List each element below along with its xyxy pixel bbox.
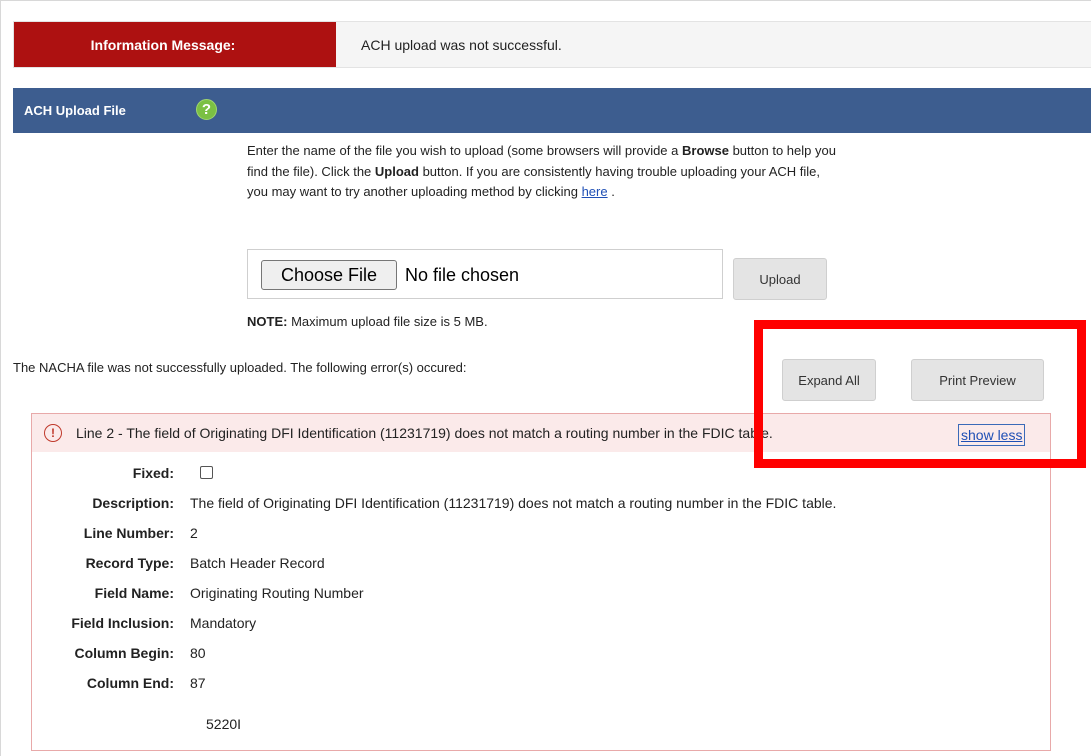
upload-button[interactable]: Upload [733, 258, 827, 300]
upload-instructions: Enter the name of the file you wish to u… [247, 141, 837, 203]
detail-row-record-type: Record Type: Batch Header Record [32, 555, 1032, 577]
detail-value: Originating Routing Number [190, 585, 364, 601]
instructions-upload-bold: Upload [374, 163, 419, 179]
information-message-label: Information Message: [14, 22, 336, 67]
detail-value: 2 [190, 525, 198, 541]
fixed-checkbox[interactable] [200, 466, 213, 479]
error-intro-text: The NACHA file was not successfully uplo… [13, 360, 467, 375]
upload-size-note: NOTE: Maximum upload file size is 5 MB. [247, 314, 488, 329]
note-text: Maximum upload file size is 5 MB. [287, 314, 488, 329]
detail-row-fixed: Fixed: [32, 465, 1032, 487]
file-input-box: Choose File No file chosen [247, 249, 723, 299]
detail-row-field-inclusion: Field Inclusion: Mandatory [32, 615, 1032, 637]
detail-label: Column Begin: [74, 645, 174, 661]
warning-icon: ! [44, 424, 62, 442]
detail-label: Field Inclusion: [71, 615, 174, 631]
detail-value: 80 [190, 645, 206, 661]
detail-row-column-begin: Column Begin: 80 [32, 645, 1032, 667]
detail-label: Field Name: [94, 585, 174, 601]
error-header-text: Line 2 - The field of Originating DFI Id… [76, 425, 773, 441]
detail-value: The field of Originating DFI Identificat… [190, 495, 837, 511]
detail-value: 87 [190, 675, 206, 691]
help-icon[interactable]: ? [196, 99, 217, 120]
detail-value: Batch Header Record [190, 555, 325, 571]
partial-record-text: 5220I [206, 716, 242, 732]
section-title: ACH Upload File [24, 103, 126, 118]
detail-row-line-number: Line Number: 2 [32, 525, 1032, 547]
page-frame: Information Message: ACH upload was not … [0, 0, 1091, 756]
instructions-text-1: Enter the name of the file you wish to u… [247, 143, 682, 158]
file-status-text: No file chosen [405, 264, 520, 285]
detail-label: Line Number: [83, 525, 174, 541]
detail-label: Column End: [86, 675, 174, 691]
choose-file-button[interactable]: Choose File [261, 260, 397, 290]
information-message-bar: Information Message: ACH upload was not … [13, 21, 1091, 68]
ach-upload-section-header: ACH Upload File ? [13, 88, 1091, 133]
detail-label: Description: [92, 495, 174, 511]
note-label: NOTE: [247, 314, 288, 329]
detail-row-description: Description: The field of Originating DF… [32, 495, 1032, 517]
red-highlight-box [754, 320, 1086, 468]
instructions-text-4: . [607, 184, 615, 199]
detail-label: Fixed: [132, 465, 174, 481]
detail-label: Record Type: [85, 555, 174, 571]
information-message-text: ACH upload was not successful. [361, 36, 562, 53]
detail-row-field-name: Field Name: Originating Routing Number [32, 585, 1032, 607]
detail-row-column-end: Column End: 87 [32, 675, 1032, 697]
alternate-upload-link[interactable]: here [582, 184, 608, 199]
detail-value: Mandatory [190, 615, 257, 631]
instructions-browse-bold: Browse [682, 143, 729, 158]
